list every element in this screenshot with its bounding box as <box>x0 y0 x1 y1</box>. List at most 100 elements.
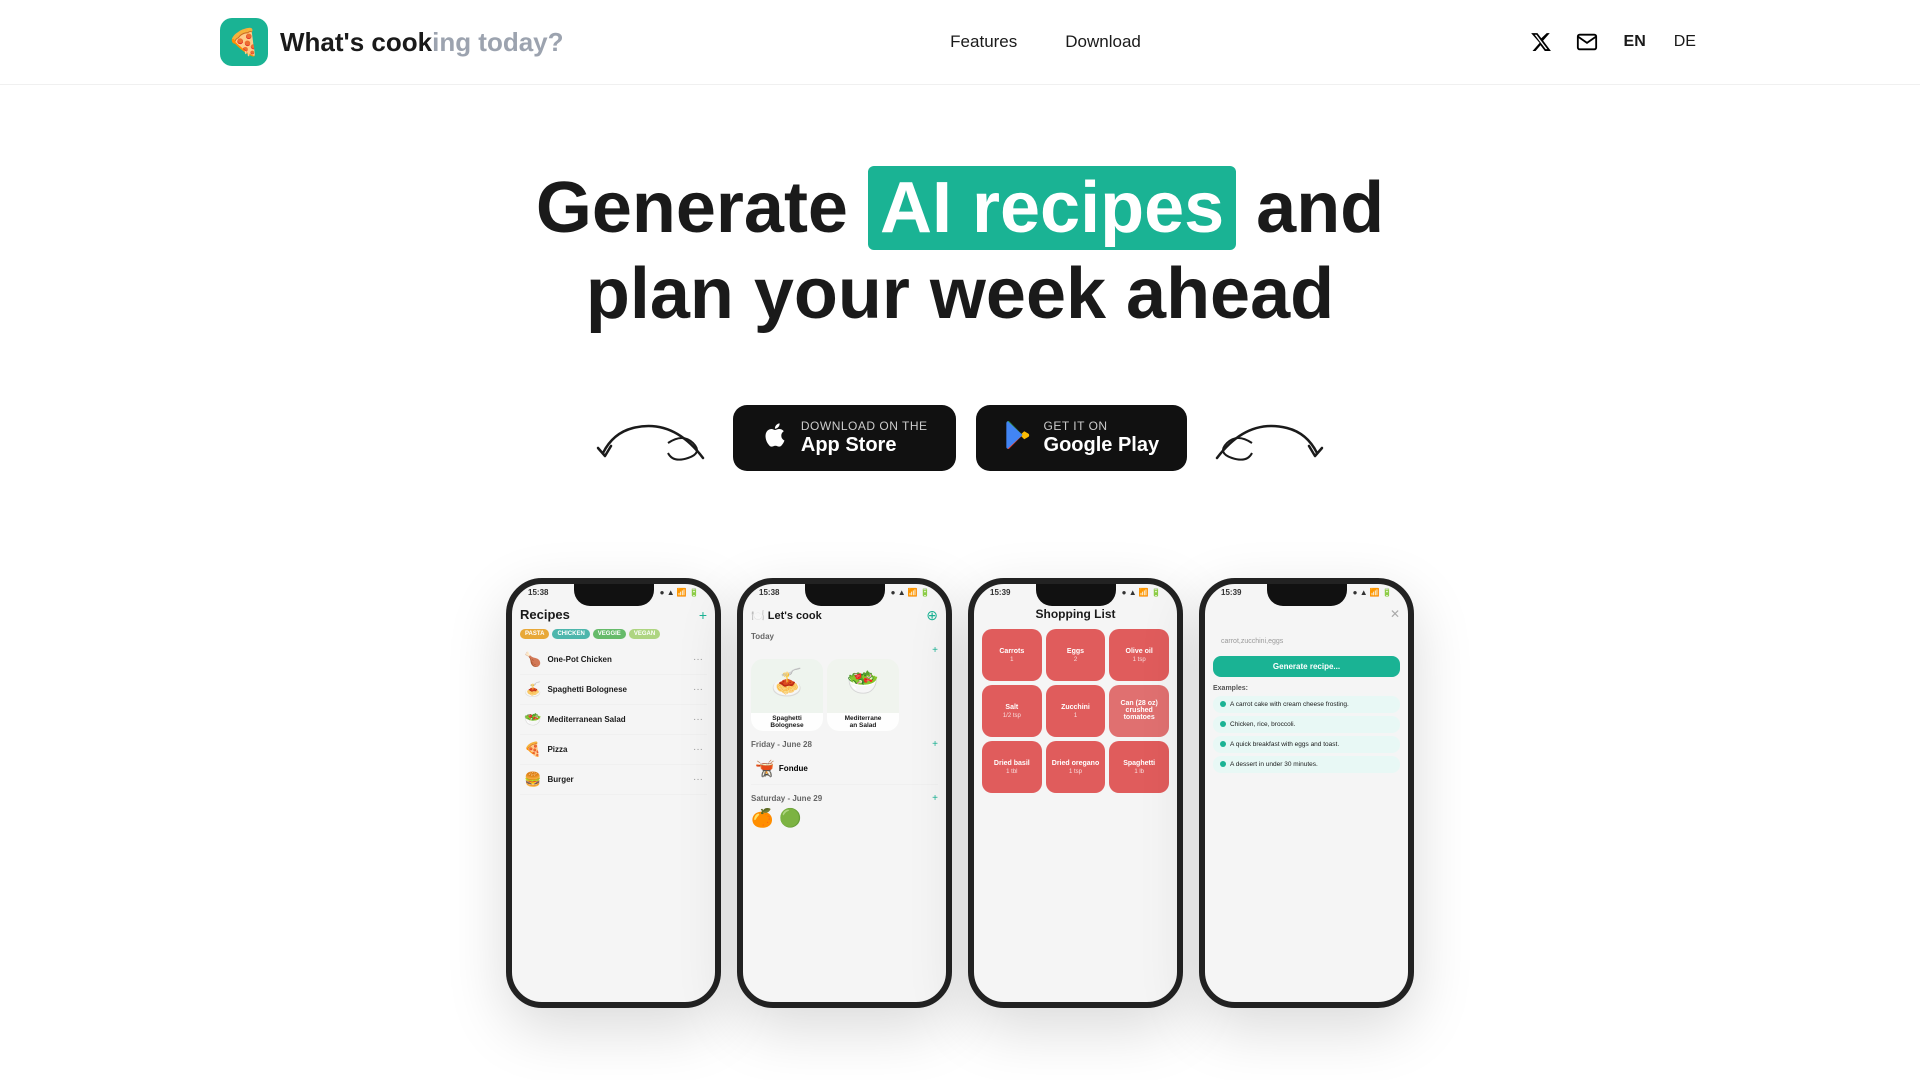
meal-section-today: Today <box>751 632 938 641</box>
recipe-dots: ··· <box>693 744 703 755</box>
navbar: 🍕 What's cooking today? Features Downloa… <box>0 0 1920 85</box>
examples-label: Examples: <box>1213 685 1400 692</box>
meal-cards-row: 🍝 SpaghettiBolognese 🥗 Mediterranean Sal… <box>751 659 938 731</box>
nav-links: Features Download <box>950 32 1141 52</box>
ai-input-field[interactable]: carrot,zucchini,eggs <box>1213 633 1400 650</box>
item-name: Dried oregano <box>1052 760 1099 767</box>
recipe-emoji: 🍝 <box>524 681 541 698</box>
phones-section: 15:38 ● ▲ 📶 🔋 Recipes + PASTA CHICKEN VE… <box>0 538 1920 1008</box>
meal-card[interactable]: 🥗 Mediterranean Salad <box>827 659 899 731</box>
item-count: 1 <box>1074 713 1077 719</box>
shopping-item-salt[interactable]: Salt 1/2 tsp <box>982 685 1042 737</box>
ai-highlight: AI recipes <box>868 166 1236 250</box>
example-dot <box>1220 721 1226 727</box>
example-text: A quick breakfast with eggs and toast. <box>1230 741 1339 748</box>
email-icon[interactable] <box>1574 29 1600 55</box>
example-text: A carrot cake with cream cheese frosting… <box>1230 701 1349 708</box>
shopping-item-oliveoil[interactable]: Olive oil 1 tsp <box>1109 629 1169 681</box>
example-text: Chicken, rice, broccoli. <box>1230 721 1295 728</box>
example-item[interactable]: A carrot cake with cream cheese frosting… <box>1213 696 1400 713</box>
phone-notch-4 <box>1267 584 1347 606</box>
lang-de-button[interactable]: DE <box>1670 31 1700 53</box>
phone-recipes: 15:38 ● ▲ 📶 🔋 Recipes + PASTA CHICKEN VE… <box>506 578 721 1008</box>
shopping-item-basil[interactable]: Dried basil 1 tbl <box>982 741 1042 793</box>
phone-screen-4: ✕ carrot,zucchini,eggs Generate recipe..… <box>1205 597 1408 1008</box>
phone-screen-1: Recipes + PASTA CHICKEN VEGGIE VEGAN 🍗 O… <box>512 597 715 1008</box>
shopping-item-zucchini[interactable]: Zucchini 1 <box>1046 685 1106 737</box>
phone-screen-3: Shopping List Carrots 1 Eggs 2 Olive oil… <box>974 597 1177 1008</box>
example-item[interactable]: A dessert in under 30 minutes. <box>1213 756 1400 773</box>
recipe-item[interactable]: 🍗 One-Pot Chicken ··· <box>520 645 707 675</box>
tag-veggie: VEGGIE <box>593 629 626 639</box>
shopping-item-oregano[interactable]: Dried oregano 1 tsp <box>1046 741 1106 793</box>
mealplan-header: 🍽️ Let's cook ⊕ <box>751 607 938 624</box>
meal-emoji: 🥗 <box>847 667 879 698</box>
appstore-text: Download on the App Store <box>801 419 928 457</box>
generate-recipe-button[interactable]: Generate recipe... <box>1213 656 1400 677</box>
appstore-button[interactable]: Download on the App Store <box>733 405 956 471</box>
recipe-item[interactable]: 🍕 Pizza ··· <box>520 735 707 765</box>
hero-title: Generate AI recipes and plan your week a… <box>536 165 1384 338</box>
shopping-item-tomatoes[interactable]: Can (28 oz) crushed tomatoes <box>1109 685 1169 737</box>
nav-right: EN DE <box>1528 29 1700 55</box>
recipe-name: Spaghetti Bolognese <box>547 685 687 694</box>
meal-section-saturday: Saturday - June 29 <box>751 794 822 803</box>
phone-notch-2 <box>805 584 885 606</box>
item-name: Spaghetti <box>1123 760 1155 767</box>
shopping-grid: Carrots 1 Eggs 2 Olive oil 1 tsp Salt 1/… <box>982 629 1169 793</box>
example-item[interactable]: Chicken, rice, broccoli. <box>1213 716 1400 733</box>
example-item[interactable]: A quick breakfast with eggs and toast. <box>1213 736 1400 753</box>
item-name: Eggs <box>1067 648 1084 655</box>
phone-ai-generate: 15:39 ● ▲ 📶 🔋 ✕ carrot,zucchini,eggs Gen… <box>1199 578 1414 1008</box>
googleplay-button[interactable]: GET IT ON Google Play <box>976 405 1188 471</box>
phone-notch-1 <box>574 584 654 606</box>
phone-notch-3 <box>1036 584 1116 606</box>
recipe-emoji: 🍗 <box>524 651 541 668</box>
logo-icon: 🍕 <box>220 18 268 66</box>
meal-label: Mediterranean Salad <box>827 713 899 731</box>
mealplan-title: 🍽️ Let's cook <box>751 609 822 622</box>
item-count: 2 <box>1074 657 1077 663</box>
recipe-item[interactable]: 🍝 Spaghetti Bolognese ··· <box>520 675 707 705</box>
item-name: Zucchini <box>1061 704 1090 711</box>
example-dot <box>1220 741 1226 747</box>
item-name: Dried basil <box>994 760 1030 767</box>
meal-single-fondue[interactable]: 🫕 Fondue <box>751 754 938 785</box>
recipe-name: One-Pot Chicken <box>547 655 687 664</box>
tag-vegan: VEGAN <box>629 629 660 639</box>
googleplay-icon <box>1004 421 1032 454</box>
recipe-name: Pizza <box>547 745 687 754</box>
phone-mealplan: 15:38 ● ▲ 📶 🔋 🍽️ Let's cook ⊕ Today + 🍝 … <box>737 578 952 1008</box>
meal-card[interactable]: 🍝 SpaghettiBolognese <box>751 659 823 731</box>
apple-icon <box>761 421 789 454</box>
item-name: Olive oil <box>1126 648 1153 655</box>
lang-en-button[interactable]: EN <box>1620 31 1650 53</box>
example-dot <box>1220 761 1226 767</box>
logo[interactable]: 🍕 What's cooking today? <box>220 18 564 66</box>
tag-pasta: PASTA <box>520 629 549 639</box>
deco-arrow-right <box>1207 398 1347 478</box>
cta-container: Download on the App Store GET IT ON Goog… <box>573 398 1347 478</box>
shopping-item-carrots[interactable]: Carrots 1 <box>982 629 1042 681</box>
googleplay-text: GET IT ON Google Play <box>1044 419 1160 457</box>
logo-text: What's cooking today? <box>280 27 564 58</box>
item-name: Salt <box>1005 704 1018 711</box>
shopping-item-eggs[interactable]: Eggs 2 <box>1046 629 1106 681</box>
shopping-item-spaghetti[interactable]: Spaghetti 1 lb <box>1109 741 1169 793</box>
twitter-icon[interactable] <box>1528 29 1554 55</box>
meal-emoji: 🍝 <box>771 667 803 698</box>
item-count: 1/2 tsp <box>1003 713 1021 719</box>
item-count: 1 <box>1010 657 1013 663</box>
nav-download-link[interactable]: Download <box>1065 32 1141 52</box>
nav-features-link[interactable]: Features <box>950 32 1017 52</box>
tag-chicken: CHICKEN <box>552 629 589 639</box>
recipe-emoji: 🍕 <box>524 741 541 758</box>
recipe-item[interactable]: 🥗 Mediterranean Salad ··· <box>520 705 707 735</box>
recipe-emoji: 🍔 <box>524 771 541 788</box>
recipe-dots: ··· <box>693 684 703 695</box>
meal-section-friday: Friday - June 28 <box>751 740 812 749</box>
item-count: 1 tsp <box>1069 769 1082 775</box>
item-name: Carrots <box>999 648 1024 655</box>
recipe-item[interactable]: 🍔 Burger ··· <box>520 765 707 795</box>
item-count: 1 tbl <box>1006 769 1017 775</box>
